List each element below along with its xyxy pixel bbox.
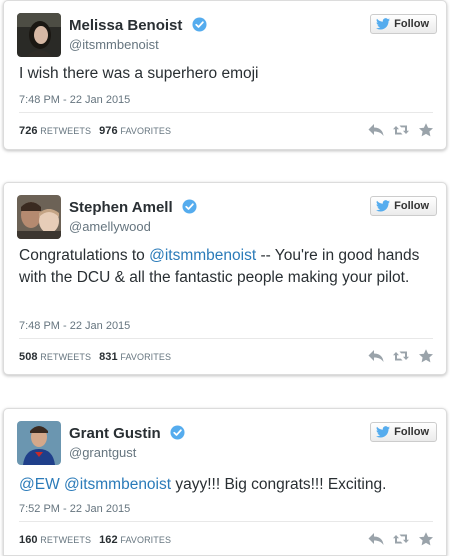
verified-badge-icon	[170, 425, 185, 440]
favorite-icon[interactable]	[418, 349, 434, 363]
tweet-text-segment: I wish there was a superhero emoji	[19, 65, 259, 82]
mention-link[interactable]: @itsmmbenoist	[64, 476, 171, 493]
tweet-text-segment: yayy!!! Big congrats!!! Exciting.	[171, 476, 387, 493]
follow-label: Follow	[394, 426, 429, 438]
favorite-icon[interactable]	[418, 532, 434, 546]
tweet-actions	[368, 123, 434, 137]
follow-button[interactable]: Follow	[370, 196, 437, 216]
verified-badge-icon	[182, 199, 197, 214]
tweet-timestamp[interactable]: 7:48 PM - 22 Jan 2015	[19, 94, 130, 106]
tweet-text: Congratulations to @itsmmbenoist -- You'…	[19, 245, 428, 289]
mention-link[interactable]: @itsmmbenoist	[149, 247, 256, 264]
favorite-count[interactable]: 831 FAVORITES	[99, 351, 171, 363]
retweet-count[interactable]: 160 RETWEETS	[19, 534, 91, 546]
tweet-timestamp[interactable]: 7:48 PM - 22 Jan 2015	[19, 320, 130, 332]
tweet-card: Grant Gustin @grantgust Follow @EW @itsm…	[3, 408, 447, 556]
tweet-timestamp[interactable]: 7:52 PM - 22 Jan 2015	[19, 503, 130, 515]
avatar[interactable]	[17, 195, 61, 239]
follow-button[interactable]: Follow	[370, 422, 437, 442]
retweet-icon[interactable]	[393, 532, 409, 546]
tweet-stats: 726 RETWEETS 976 FAVORITES	[19, 125, 171, 137]
favorite-count[interactable]: 976 FAVORITES	[99, 125, 171, 137]
mention-link[interactable]: @EW	[19, 476, 60, 493]
twitter-bird-icon	[376, 426, 391, 438]
user-handle[interactable]: @itsmmbenoist	[69, 37, 159, 52]
user-name[interactable]: Stephen Amell	[69, 199, 197, 216]
tweet-stats: 160 RETWEETS 162 FAVORITES	[19, 534, 171, 546]
user-name[interactable]: Grant Gustin	[69, 425, 185, 442]
divider	[19, 338, 433, 339]
reply-icon[interactable]	[368, 349, 384, 363]
user-handle[interactable]: @amellywood	[69, 219, 151, 234]
retweet-count[interactable]: 726 RETWEETS	[19, 125, 91, 137]
tweet-text: @EW @itsmmbenoist yayy!!! Big congrats!!…	[19, 474, 428, 496]
tweet-card: Melissa Benoist @itsmmbenoist Follow I w…	[3, 0, 447, 150]
twitter-bird-icon	[376, 18, 391, 30]
user-name[interactable]: Melissa Benoist	[69, 17, 207, 34]
retweet-icon[interactable]	[393, 349, 409, 363]
avatar[interactable]	[17, 421, 61, 465]
avatar[interactable]	[17, 13, 61, 57]
reply-icon[interactable]	[368, 532, 384, 546]
follow-label: Follow	[394, 18, 429, 30]
tweet-stats: 508 RETWEETS 831 FAVORITES	[19, 351, 171, 363]
twitter-bird-icon	[376, 200, 391, 212]
tweet-card: Stephen Amell @amellywood Follow Congrat…	[3, 182, 447, 375]
reply-icon[interactable]	[368, 123, 384, 137]
divider	[19, 521, 433, 522]
favorite-count[interactable]: 162 FAVORITES	[99, 534, 171, 546]
follow-button[interactable]: Follow	[370, 14, 437, 34]
retweet-count[interactable]: 508 RETWEETS	[19, 351, 91, 363]
tweet-text-segment: Congratulations to	[19, 247, 150, 264]
user-handle[interactable]: @grantgust	[69, 445, 136, 460]
follow-label: Follow	[394, 200, 429, 212]
tweet-actions	[368, 349, 434, 363]
verified-badge-icon	[192, 17, 207, 32]
divider	[19, 112, 433, 113]
tweet-text: I wish there was a superhero emoji	[19, 63, 428, 85]
retweet-icon[interactable]	[393, 123, 409, 137]
favorite-icon[interactable]	[418, 123, 434, 137]
tweet-actions	[368, 532, 434, 546]
